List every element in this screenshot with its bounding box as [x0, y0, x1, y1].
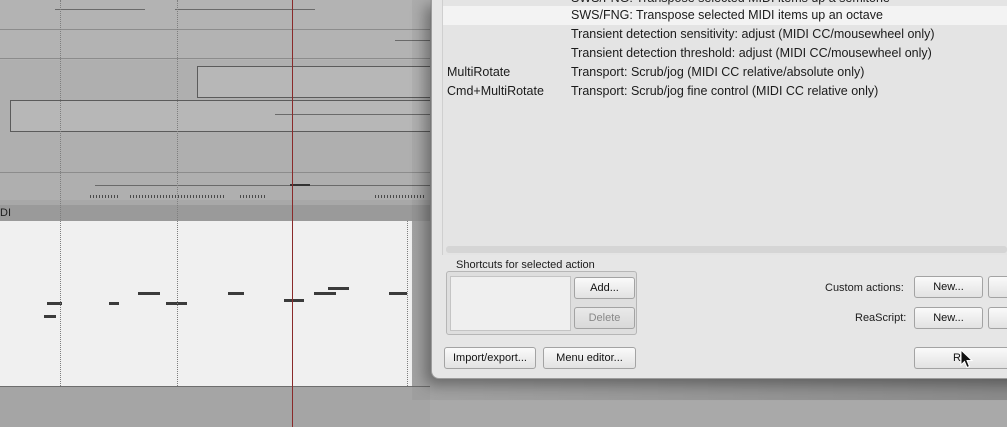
media-item[interactable]: [197, 66, 430, 98]
media-item[interactable]: [10, 100, 430, 132]
custom-actions-extra-button[interactable]: [988, 276, 1007, 298]
grid-line: [407, 221, 408, 386]
arrange-view[interactable]: DI: [0, 0, 430, 427]
actions-list[interactable]: SWS/FNG: Transpose selected MIDI items u…: [442, 0, 1007, 255]
automation-line: [95, 185, 430, 186]
shortcuts-group-title: Shortcuts for selected action: [456, 259, 595, 271]
edit-cursor: [292, 0, 293, 427]
track-divider: [0, 29, 430, 30]
mouse-pointer-icon: [960, 349, 974, 369]
action-description: Transport: Scrub/jog (MIDI CC relative/a…: [571, 65, 865, 79]
add-shortcut-button[interactable]: Add...: [574, 277, 635, 299]
action-description: Transport: Scrub/jog fine control (MIDI …: [571, 84, 879, 98]
midi-note[interactable]: [228, 292, 244, 295]
arrange-lower-lane[interactable]: [0, 386, 430, 427]
midi-note[interactable]: [44, 315, 56, 318]
automation-line: [275, 114, 430, 115]
shortcuts-list[interactable]: [450, 276, 571, 331]
action-shortcut: MultiRotate: [447, 65, 511, 79]
import-export-button[interactable]: Import/export...: [444, 347, 536, 369]
action-row[interactable]: Cmd+MultiRotate Transport: Scrub/jog fin…: [443, 82, 1007, 101]
automation-line: [175, 9, 315, 10]
action-description: SWS/FNG: Transpose selected MIDI items u…: [571, 8, 883, 22]
transient-markers: [240, 195, 265, 198]
midi-item[interactable]: [0, 221, 412, 386]
midi-note[interactable]: [328, 287, 349, 290]
midi-note[interactable]: [314, 292, 336, 295]
midi-track-label: DI: [0, 207, 11, 219]
action-row[interactable]: Transient detection threshold: adjust (M…: [443, 44, 1007, 63]
custom-actions-new-button[interactable]: New...: [914, 276, 983, 298]
action-description: Transient detection sensitivity: adjust …: [571, 27, 935, 41]
midi-note[interactable]: [138, 292, 160, 295]
grid-line: [177, 0, 178, 386]
action-row[interactable]: MultiRotate Transport: Scrub/jog (MIDI C…: [443, 63, 1007, 82]
reascript-label: ReaScript:: [855, 312, 907, 324]
midi-note[interactable]: [109, 302, 119, 305]
grid-line: [60, 0, 61, 386]
custom-actions-label: Custom actions:: [825, 282, 904, 294]
midi-note[interactable]: [284, 299, 304, 302]
action-row-selected[interactable]: SWS/FNG: Transpose selected MIDI items u…: [443, 6, 1007, 25]
automation-line: [55, 9, 145, 10]
delete-shortcut-button[interactable]: Delete: [574, 307, 635, 329]
track-divider: [0, 58, 430, 59]
midi-note[interactable]: [389, 292, 407, 295]
track-divider: [0, 172, 430, 173]
action-description: Transient detection threshold: adjust (M…: [571, 46, 932, 60]
automation-point: [290, 184, 310, 186]
transient-markers: [90, 195, 118, 198]
action-shortcut: Cmd+MultiRotate: [447, 84, 544, 98]
menu-editor-button[interactable]: Menu editor...: [543, 347, 636, 369]
reascript-extra-button[interactable]: [988, 307, 1007, 329]
horizontal-scrollbar[interactable]: [446, 246, 1007, 253]
reascript-new-button[interactable]: New...: [914, 307, 983, 329]
action-row[interactable]: Transient detection sensitivity: adjust …: [443, 25, 1007, 44]
midi-track-header: [0, 205, 430, 221]
